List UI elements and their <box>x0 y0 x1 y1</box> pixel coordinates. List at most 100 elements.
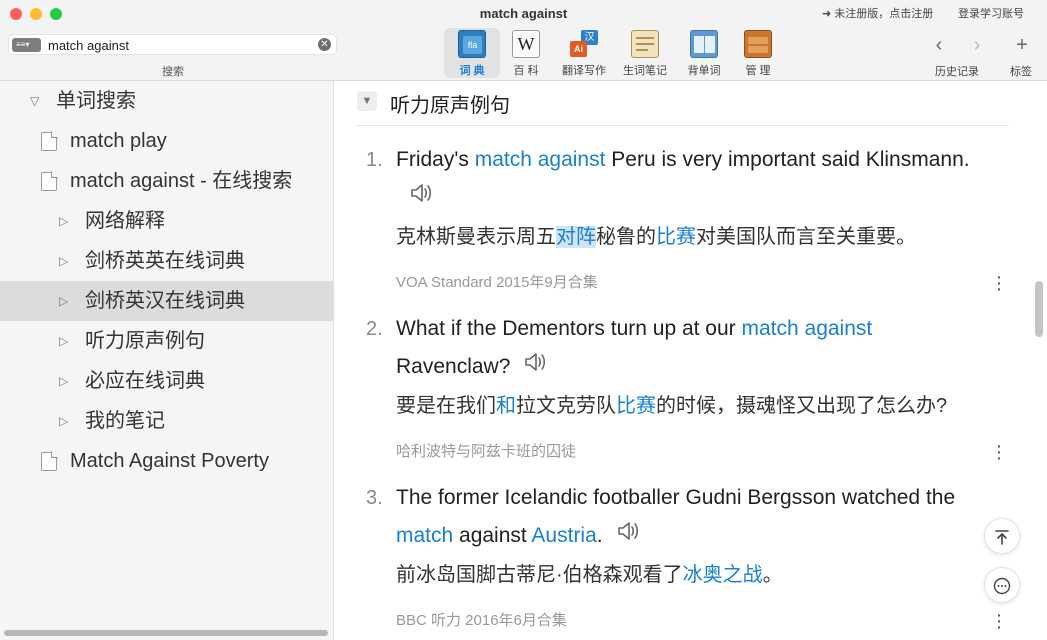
search-scope-dropdown[interactable]: ≡≡▾ <box>12 38 41 52</box>
example-source[interactable]: 哈利波特与阿兹卡班的囚徒 <box>396 440 576 461</box>
example-zh-text: 的时候，摄魂怪又出现了怎么办? <box>656 395 948 417</box>
back-button[interactable]: ‹ <box>929 34 949 57</box>
example-keyword[interactable]: match against <box>742 317 873 340</box>
sidebar-item-label: 剑桥英英在线词典 <box>85 250 245 272</box>
tab-manage-label: 管 理 <box>745 65 771 77</box>
speaker-icon[interactable] <box>524 348 548 386</box>
example-zh-keyword[interactable]: 冰奥之战 <box>683 564 763 586</box>
tab-notes-label: 生词笔记 <box>623 65 667 77</box>
disclosure-closed-icon[interactable]: ▷ <box>59 321 68 361</box>
disclosure-open-icon[interactable]: ▽ <box>30 81 39 121</box>
clear-search-icon[interactable]: ✕ <box>318 38 331 51</box>
example-zh-text: 克林斯曼表示周五 <box>396 226 556 248</box>
scroll-to-top-button[interactable] <box>984 518 1020 554</box>
example-english: The former Icelandic footballer Gudni Be… <box>396 479 976 555</box>
forward-button[interactable]: › <box>967 34 987 57</box>
sidebar-item-listening-examples[interactable]: ▷ 听力原声例句 <box>0 321 334 361</box>
example-zh-keyword[interactable]: 对阵 <box>556 226 596 248</box>
sidebar-item-match-against-poverty[interactable]: Match Against Poverty <box>0 441 334 481</box>
example-keyword[interactable]: Austria <box>531 524 596 547</box>
collapse-section-button[interactable]: ▼ <box>357 91 377 111</box>
sidebar-item-cambridge-en-en[interactable]: ▷ 剑桥英英在线词典 <box>0 241 334 281</box>
sidebar-item-label: match play <box>70 130 167 152</box>
more-options-icon[interactable]: · · · <box>989 267 1009 299</box>
search-caption: 搜索 <box>162 66 184 78</box>
example-source[interactable]: VOA Standard 2015年9月合集 <box>396 271 598 292</box>
arrow-up-to-top-icon <box>995 529 1009 545</box>
sidebar-item-label: 网络解释 <box>85 210 165 232</box>
disclosure-closed-icon[interactable]: ▷ <box>59 281 68 321</box>
sidebar-item-cambridge-en-zh[interactable]: ▷ 剑桥英汉在线词典 <box>0 281 334 321</box>
example-chinese: 克林斯曼表示周五对阵秘鲁的比赛对美国队而言至关重要。 <box>396 222 916 252</box>
history-caption: 历史记录 <box>935 66 979 78</box>
login-link[interactable]: 登录学习账号 <box>958 5 1024 21</box>
search-input[interactable] <box>48 36 308 54</box>
disclosure-closed-icon[interactable]: ▷ <box>59 201 68 241</box>
sidebar-item-label: 剑桥英汉在线词典 <box>85 290 245 312</box>
tab-dictionary-label: 词 典 <box>459 65 485 77</box>
sidebar-item-label: match against - 在线搜索 <box>70 170 293 192</box>
sidebar-item-match-play[interactable]: match play <box>0 121 334 161</box>
disclosure-closed-icon[interactable]: ▷ <box>59 401 68 441</box>
example-text: The former Icelandic footballer Gudni Be… <box>396 486 956 509</box>
sidebar-item-my-notes[interactable]: ▷ 我的笔记 <box>0 401 334 441</box>
sidebar: ▽ 单词搜索 match play match against - 在线搜索 ▷… <box>0 81 334 640</box>
sidebar-item-web-definition[interactable]: ▷ 网络解释 <box>0 201 334 241</box>
document-icon <box>41 131 58 151</box>
more-options-icon[interactable]: · · · <box>989 436 1009 468</box>
sidebar-item-match-against-online[interactable]: match against - 在线搜索 <box>0 161 334 201</box>
disclosure-closed-icon[interactable]: ▷ <box>59 361 68 401</box>
feedback-button[interactable] <box>984 567 1020 603</box>
sidebar-item-label: 单词搜索 <box>56 90 136 112</box>
tab-translate[interactable]: 汉 Ai 翻译写作 <box>556 28 612 78</box>
example-keyword[interactable]: match <box>396 524 453 547</box>
main-content: ▼ 听力原声例句 1. Friday's match against Peru … <box>335 81 1047 640</box>
chat-bubble-icon <box>993 577 1011 594</box>
tab-dictionary[interactable]: fla 词 典 <box>444 28 500 78</box>
sidebar-horizontal-scrollbar[interactable] <box>4 630 328 636</box>
example-zh-keyword[interactable]: 和 <box>496 395 516 417</box>
example-text: What if the Dementors turn up at our <box>396 317 742 340</box>
register-link[interactable]: ➜ 未注册版，点击注册 <box>822 5 933 21</box>
tab-notes[interactable]: 生词笔记 <box>617 28 673 78</box>
search-field[interactable]: ≡≡▾ ✕ <box>8 34 337 55</box>
example-chinese: 前冰岛国脚古蒂尼·伯格森观看了冰奥之战。 <box>396 560 783 590</box>
example-keyword[interactable]: match against <box>475 148 606 171</box>
content-vertical-scrollbar[interactable] <box>1035 281 1043 337</box>
tab-encyclopedia[interactable]: W 百 科 <box>498 28 554 78</box>
example-english: What if the Dementors turn up at our mat… <box>396 310 976 386</box>
example-zh-text: 拉文克劳队 <box>516 395 616 417</box>
add-bookmark-button[interactable]: + <box>1012 34 1032 57</box>
example-text: Friday's <box>396 148 475 171</box>
tab-manage[interactable]: 管 理 <box>730 28 786 78</box>
example-number: 3. <box>366 487 383 509</box>
disclosure-closed-icon[interactable]: ▷ <box>59 241 68 281</box>
speaker-icon[interactable] <box>617 517 641 555</box>
app-window: match against ➜ 未注册版，点击注册 登录学习账号 ≡≡▾ ✕ 搜… <box>0 0 1047 640</box>
example-zh-text: 要是在我们 <box>396 395 496 417</box>
example-zh-keyword[interactable]: 比赛 <box>656 226 696 248</box>
example-zh-keyword[interactable]: 比赛 <box>616 395 656 417</box>
example-text: Ravenclaw? <box>396 355 511 378</box>
sidebar-item-label: 必应在线词典 <box>85 370 205 392</box>
notebook-icon <box>631 30 659 58</box>
example-english: Friday's match against Peru is very impo… <box>396 141 976 217</box>
book-icon <box>690 30 718 58</box>
section-title: 听力原声例句 <box>390 95 510 117</box>
sidebar-item-word-search[interactable]: ▽ 单词搜索 <box>0 81 334 121</box>
section-header: ▼ 听力原声例句 <box>357 91 1009 126</box>
example-source[interactable]: BBC 听力 2016年6月合集 <box>396 609 567 630</box>
sidebar-item-label: 听力原声例句 <box>85 330 205 352</box>
sidebar-item-label: Match Against Poverty <box>70 450 269 472</box>
example-text: Peru is very important said Klinsmann. <box>605 148 970 171</box>
example-text: against <box>453 524 532 547</box>
manage-icon <box>744 30 772 58</box>
sidebar-item-label: 我的笔记 <box>85 410 165 432</box>
example-zh-text: 。 <box>762 564 783 586</box>
document-icon <box>41 451 58 471</box>
sidebar-item-bing-dictionary[interactable]: ▷ 必应在线词典 <box>0 361 334 401</box>
dictionary-icon: fla <box>458 30 486 58</box>
more-options-icon[interactable]: · · · <box>989 605 1009 637</box>
tab-vocabulary[interactable]: 背单词 <box>676 28 732 78</box>
speaker-icon[interactable] <box>410 179 434 217</box>
